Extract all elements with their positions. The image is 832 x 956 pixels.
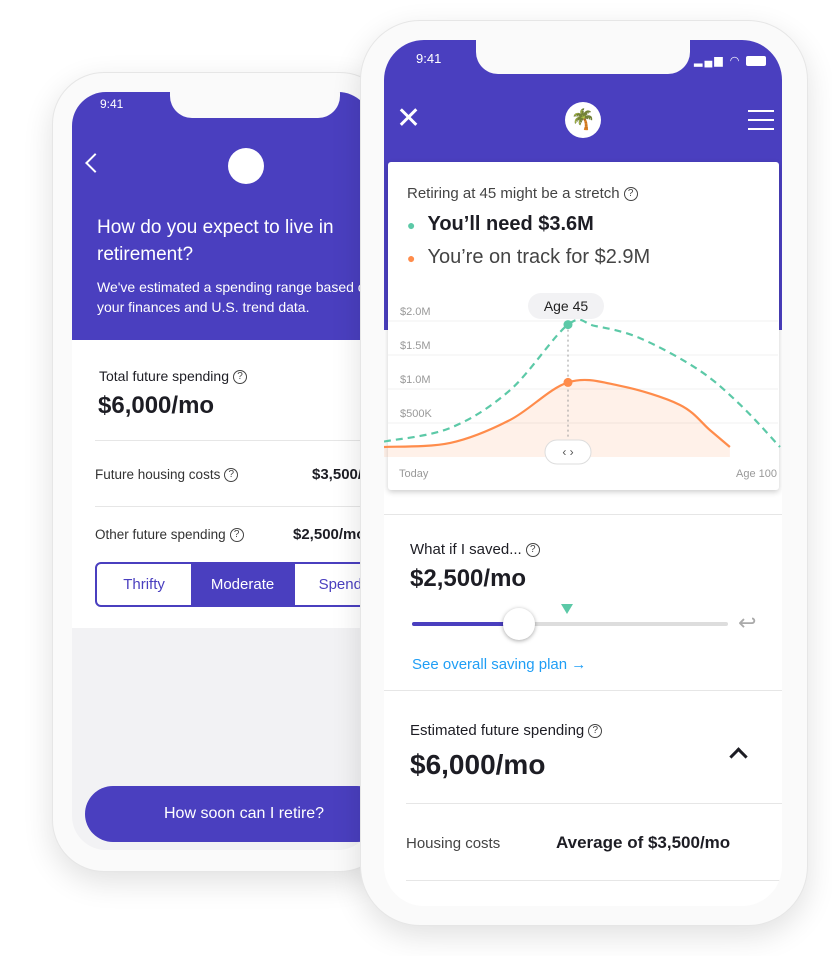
need-point [563,320,573,330]
hamburger-menu-icon[interactable] [748,110,774,130]
other-value: $2,500/mo [293,526,366,543]
total-label: Total future spending? [99,368,247,385]
need-line: ● You’ll need $3.6M [407,213,594,235]
saving-value: $2,500/mo [410,565,527,592]
x-label-start: Today [399,468,429,480]
help-icon[interactable]: ? [525,543,540,558]
back-phone-screen: 9:41 How do you expect to live in retire… [72,92,372,850]
help-icon[interactable]: ? [623,187,638,202]
x-label-end: Age 100 [736,468,777,480]
y-tick-label: $1.0M [400,374,431,386]
help-icon[interactable]: ? [229,528,244,543]
segment-moderate[interactable]: Moderate [191,564,294,605]
card-headline: Retiring at 45 might be a stretch? [407,185,638,202]
spending-value: $6,000/mo [410,749,546,780]
on-track-bullet: ● [407,250,416,266]
signal-wifi-battery-icons: ▂▄▆ ◠ [694,54,767,67]
page-subtitle: We've estimated a spending range based o… [97,279,372,315]
saving-plan-link[interactable]: See overall saving plan → [412,656,586,673]
need-bullet: ● [407,217,416,233]
status-time: 9:41 [416,51,442,66]
logo-circle [228,148,264,184]
lifestyle-segmented-control: Thrifty Moderate Spendy [95,562,372,607]
help-icon[interactable]: ? [588,724,603,739]
help-icon[interactable]: ? [232,370,247,385]
tooltip-label: Age 45 [544,298,589,314]
front-phone-screen: 9:41 ▂▄▆ ◠ ✕ 🌴 Retiring at 45 might be a… [384,40,782,906]
page-title: How do you expect to live in retirement? [97,217,334,265]
spending-label: Estimated future spending? [410,722,603,739]
retire-cta-button[interactable]: How soon can I retire? [85,786,372,842]
saving-slider[interactable] [412,604,728,640]
status-time: 9:41 [100,97,124,111]
y-tick-label: $500K [400,408,432,420]
housing-label: Future housing costs? [95,467,239,483]
target-marker-icon [560,604,573,614]
housing-costs-value: Average of $3,500/mo [556,833,731,852]
palm-tree-icon: 🌴 [565,102,601,138]
y-tick-label: $1.5M [400,340,431,352]
slider-handle[interactable] [503,608,536,640]
projection-chart[interactable]: $500K $1.0M $1.5M $2.0M Age 45 ‹ › Today Age 10… [384,290,782,490]
other-label: Other future spending? [95,527,244,543]
help-icon[interactable]: ? [224,468,239,483]
chevron-up-icon[interactable] [729,747,748,766]
segment-thrifty[interactable]: Thrifty [97,564,191,605]
total-value: $6,000/mo [98,392,215,419]
housing-costs-label: Housing costs [406,835,501,852]
y-tick-label: $2.0M [400,306,431,318]
on-track-line: ● You’re on track for $2.9M [407,246,651,268]
close-icon[interactable]: ✕ [396,104,421,134]
on-track-point [563,377,573,387]
scrub-arrows-icon: ‹ › [562,445,573,459]
saving-label: What if I saved...? [410,541,540,558]
undo-icon[interactable]: ↩ [738,610,756,636]
